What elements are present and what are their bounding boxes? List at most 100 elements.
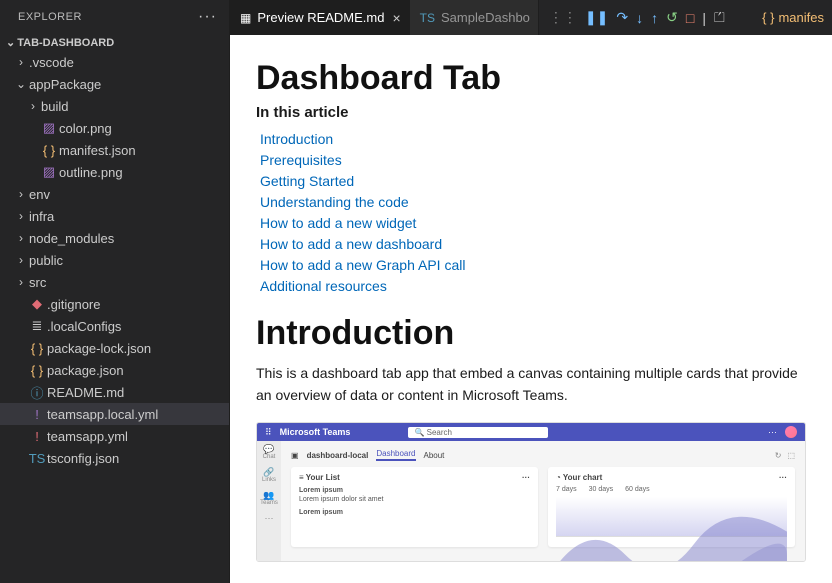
step-out-icon[interactable]: ↑ xyxy=(651,10,658,26)
step-into-icon[interactable]: ↓ xyxy=(636,10,643,26)
waffle-icon: ⠿ xyxy=(265,427,272,438)
toc-link[interactable]: Additional resources xyxy=(260,278,806,294)
chevron-right-icon: › xyxy=(14,209,28,223)
teams-brand: Microsoft Teams xyxy=(280,427,351,437)
tree-item-label: node_modules xyxy=(29,231,114,246)
folder-item[interactable]: ›build xyxy=(0,95,229,117)
teams-mock-image: ⠿ Microsoft Teams 🔍 Search ··· 💬Chat 🔗Li… xyxy=(256,422,806,562)
rail-links: 🔗Links xyxy=(262,468,276,483)
card-more-icon: ··· xyxy=(779,473,787,482)
toc-link[interactable]: How to add a new widget xyxy=(260,215,806,231)
folder-item[interactable]: ›env xyxy=(0,183,229,205)
editor-main: ▦ Preview README.md × TS SampleDashbo ⋮⋮… xyxy=(230,0,832,583)
rail-chat: 💬Chat xyxy=(263,445,276,460)
more-icon: ··· xyxy=(768,427,777,437)
folder-item[interactable]: ›node_modules xyxy=(0,227,229,249)
chart-legend: 7 days 30 days 60 days xyxy=(556,486,787,493)
pause-icon[interactable]: ❚❚ xyxy=(585,9,608,26)
teams-rail: 💬Chat 🔗Links 👥Teams ··· xyxy=(257,441,281,561)
tree-item-label: build xyxy=(41,99,68,114)
area-chart xyxy=(556,497,787,537)
tab-sampledashboard[interactable]: TS SampleDashbo xyxy=(410,0,539,35)
step-over-icon[interactable]: ↷ xyxy=(616,9,628,26)
file-item[interactable]: ▨color.png xyxy=(0,117,229,139)
disconnect-icon[interactable]: ⏍ xyxy=(714,9,725,26)
debug-toolbar: ⋮⋮ ❚❚ ↷ ↓ ↑ ↺ □ | ⏍ xyxy=(541,9,733,26)
teams-actions: ↻⬚ xyxy=(775,451,795,460)
markdown-preview[interactable]: Dashboard Tab In this article Introducti… xyxy=(230,35,832,583)
tree-item-label: .gitignore xyxy=(47,297,100,312)
json-braces-icon: { } xyxy=(28,363,46,378)
tree-item-label: manifest.json xyxy=(59,143,136,158)
ts-icon: TS xyxy=(420,11,435,25)
ts-icon: TS xyxy=(28,451,46,466)
tab-overflow[interactable]: { } manifes xyxy=(762,10,832,25)
folder-item[interactable]: ›infra xyxy=(0,205,229,227)
tab-bar: ▦ Preview README.md × TS SampleDashbo ⋮⋮… xyxy=(230,0,832,35)
file-item[interactable]: ◆.gitignore xyxy=(0,293,229,315)
file-item[interactable]: ⓘREADME.md xyxy=(0,381,229,403)
folder-item[interactable]: ⌄appPackage xyxy=(0,73,229,95)
close-icon[interactable]: × xyxy=(392,10,400,26)
yaml-purple-icon: ! xyxy=(28,407,46,422)
explorer-more-icon[interactable]: ··· xyxy=(198,8,217,26)
tree-item-label: tsconfig.json xyxy=(47,451,119,466)
folder-item[interactable]: ›src xyxy=(0,271,229,293)
restart-icon[interactable]: ↺ xyxy=(666,9,678,26)
tree-item-label: package.json xyxy=(47,363,124,378)
file-item[interactable]: ≣.localConfigs xyxy=(0,315,229,337)
tab-dashboard: Dashboard xyxy=(376,449,415,461)
file-item[interactable]: { }package-lock.json xyxy=(0,337,229,359)
page-title: Dashboard Tab xyxy=(256,59,806,98)
explorer-header: EXPLORER ··· xyxy=(0,0,229,34)
toc-link[interactable]: Understanding the code xyxy=(260,194,806,210)
teams-tabline: ▣ dashboard-local Dashboard About ↻⬚ xyxy=(291,447,795,467)
drag-handle-icon[interactable]: ⋮⋮ xyxy=(549,9,577,26)
file-item[interactable]: { }manifest.json xyxy=(0,139,229,161)
stop-icon[interactable]: □ xyxy=(686,10,694,26)
tree-item-label: infra xyxy=(29,209,54,224)
app-icon: ▣ xyxy=(291,451,299,460)
tree-item-label: env xyxy=(29,187,50,202)
file-item[interactable]: { }package.json xyxy=(0,359,229,381)
app-name: dashboard-local xyxy=(307,451,369,460)
section-heading: Introduction xyxy=(256,314,806,353)
chevron-right-icon: › xyxy=(14,55,28,69)
list-item: Lorem ipsum xyxy=(299,508,530,517)
explorer-title: EXPLORER xyxy=(18,11,82,23)
teams-titlebar: ⠿ Microsoft Teams 🔍 Search ··· xyxy=(257,423,805,441)
toc-link[interactable]: How to add a new Graph API call xyxy=(260,257,806,273)
info-icon: ⓘ xyxy=(28,383,46,402)
file-item[interactable]: ▨outline.png xyxy=(0,161,229,183)
tree-item-label: package-lock.json xyxy=(47,341,151,356)
tab-preview-readme[interactable]: ▦ Preview README.md × xyxy=(230,0,410,35)
file-item[interactable]: !teamsapp.yml xyxy=(0,425,229,447)
explorer-sidebar: EXPLORER ··· ⌄ TAB-DASHBOARD ›.vscode⌄ap… xyxy=(0,0,230,583)
tree-item-label: teamsapp.local.yml xyxy=(47,407,158,422)
list-item: Lorem ipsum Lorem ipsum dolor sit amet xyxy=(299,486,530,504)
folder-item[interactable]: ›public xyxy=(0,249,229,271)
toc-link[interactable]: Introduction xyxy=(260,131,806,147)
tree-item-label: src xyxy=(29,275,46,290)
file-item[interactable]: TStsconfig.json xyxy=(0,447,229,469)
project-header[interactable]: ⌄ TAB-DASHBOARD xyxy=(0,34,229,51)
toc-link[interactable]: Prerequisites xyxy=(260,152,806,168)
tree-item-label: outline.png xyxy=(59,165,123,180)
folder-item[interactable]: ›.vscode xyxy=(0,51,229,73)
json-braces-icon: { } xyxy=(762,10,774,25)
tree-item-label: README.md xyxy=(47,385,124,400)
file-tree: ›.vscode⌄appPackage›build▨color.png{ }ma… xyxy=(0,51,229,583)
chevron-right-icon: › xyxy=(14,231,28,245)
preview-icon: ▦ xyxy=(240,11,251,25)
yaml-red-icon: ! xyxy=(28,429,46,444)
rail-teams: 👥Teams xyxy=(260,491,278,506)
tree-item-label: color.png xyxy=(59,121,112,136)
intro-paragraph: This is a dashboard tab app that embed a… xyxy=(256,363,806,406)
card-more-icon: ··· xyxy=(522,473,530,482)
chevron-right-icon: › xyxy=(14,187,28,201)
json-braces-icon: { } xyxy=(40,143,58,158)
json-braces-icon: { } xyxy=(28,341,46,356)
toc-link[interactable]: How to add a new dashboard xyxy=(260,236,806,252)
file-item[interactable]: !teamsapp.local.yml xyxy=(0,403,229,425)
toc-link[interactable]: Getting Started xyxy=(260,173,806,189)
